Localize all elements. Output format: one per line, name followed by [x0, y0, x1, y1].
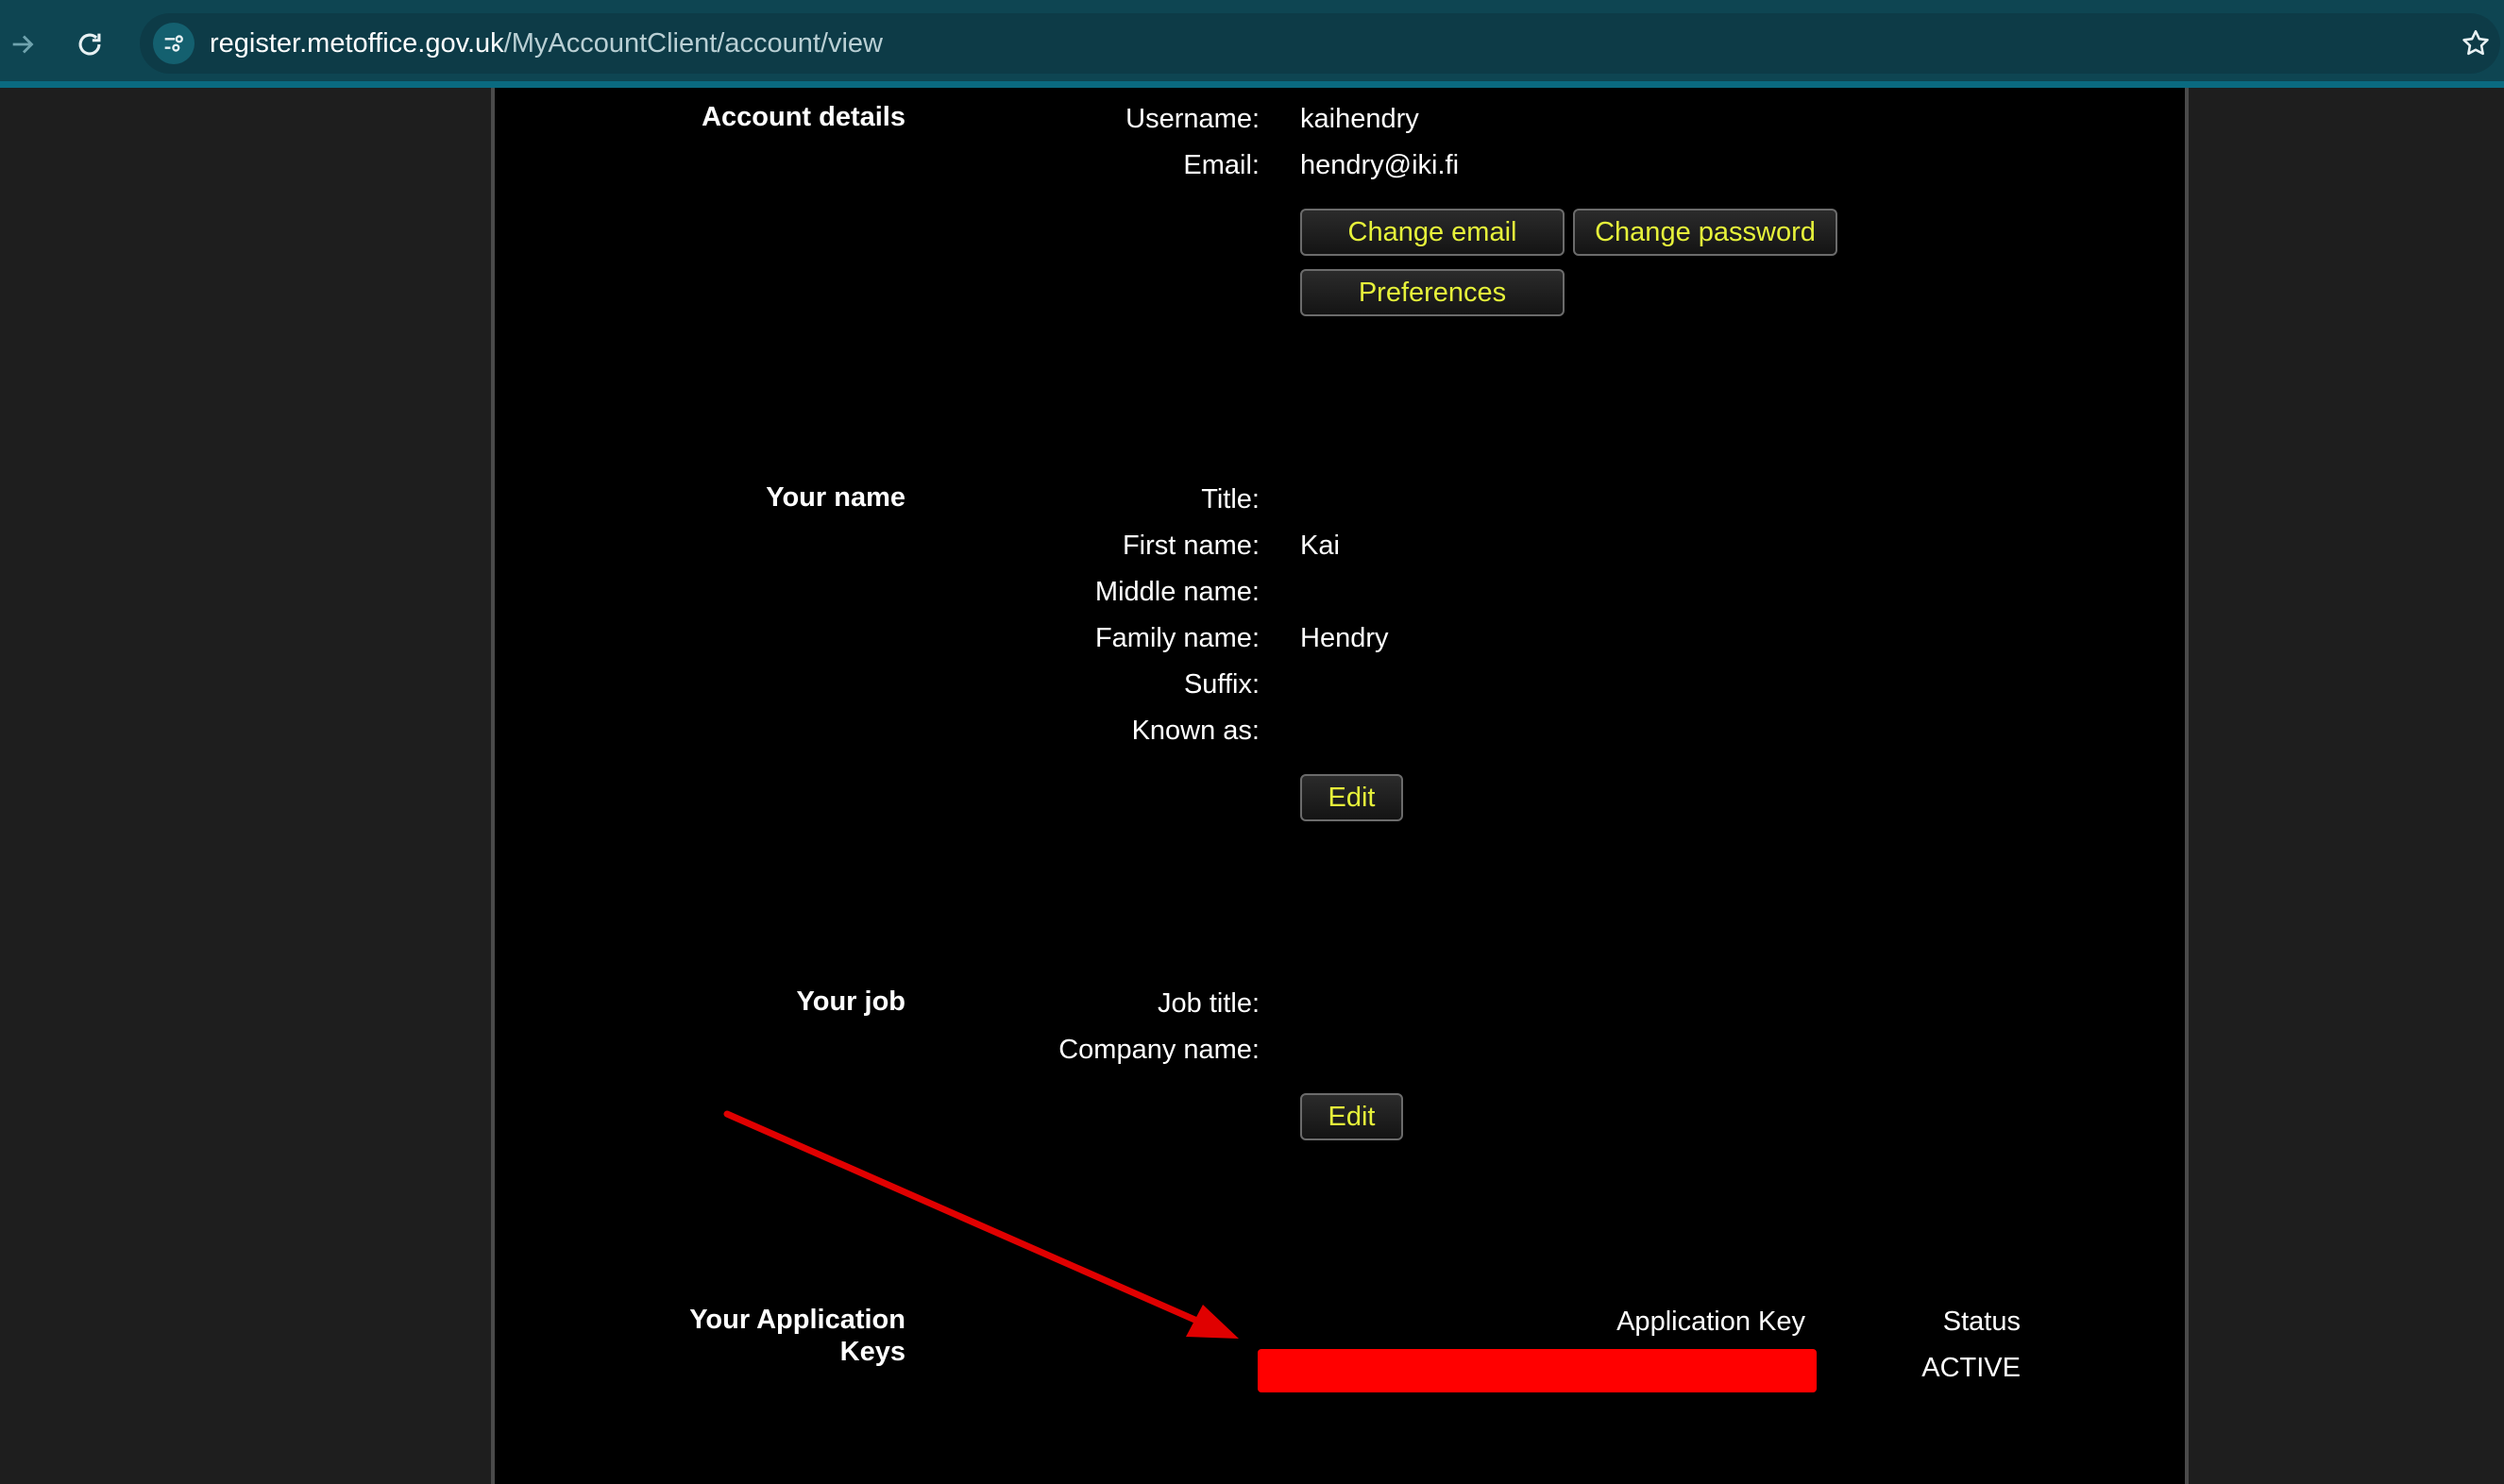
email-value: hendry@iki.fi: [1300, 150, 1460, 180]
title-label: Title:: [1201, 484, 1260, 514]
forward-icon[interactable]: [0, 21, 47, 68]
first-name-value: Kai: [1300, 531, 1340, 561]
url-path: /MyAccountClient/account/view: [503, 28, 883, 59]
known-as-label: Known as:: [1131, 716, 1260, 746]
change-password-button[interactable]: Change password: [1573, 209, 1837, 256]
edit-name-button[interactable]: Edit: [1300, 774, 1403, 821]
family-name-label: Family name:: [1094, 623, 1260, 653]
application-keys-heading-line2: Keys: [839, 1337, 905, 1367]
edit-job-button[interactable]: Edit: [1300, 1093, 1403, 1140]
reload-icon[interactable]: [66, 21, 113, 68]
username-value: kaihendry: [1300, 104, 1419, 134]
application-keys-heading-line1: Your Application: [689, 1305, 905, 1335]
suffix-label: Suffix:: [1183, 669, 1260, 700]
status-value: ACTIVE: [1921, 1353, 2021, 1383]
job-title-label: Job title:: [1158, 988, 1260, 1019]
status-column-header: Status: [1942, 1307, 2021, 1337]
preferences-button[interactable]: Preferences: [1300, 269, 1565, 316]
family-name-value: Hendry: [1300, 623, 1389, 653]
middle-name-label: Middle name:: [1094, 577, 1260, 607]
change-email-button[interactable]: Change email: [1300, 209, 1565, 256]
username-label: Username:: [1125, 104, 1260, 134]
bookmark-star-icon[interactable]: [2457, 25, 2495, 62]
url-text[interactable]: register.metoffice.gov.uk/MyAccountClien…: [210, 27, 883, 59]
url-host: register.metoffice.gov.uk: [210, 28, 504, 59]
toolbar-divider: [0, 81, 2504, 88]
address-bar[interactable]: register.metoffice.gov.uk/MyAccountClien…: [140, 13, 2500, 74]
first-name-label: First name:: [1122, 531, 1260, 561]
company-name-label: Company name:: [1058, 1035, 1260, 1065]
site-info-icon[interactable]: [153, 23, 195, 64]
email-label: Email:: [1183, 150, 1260, 180]
